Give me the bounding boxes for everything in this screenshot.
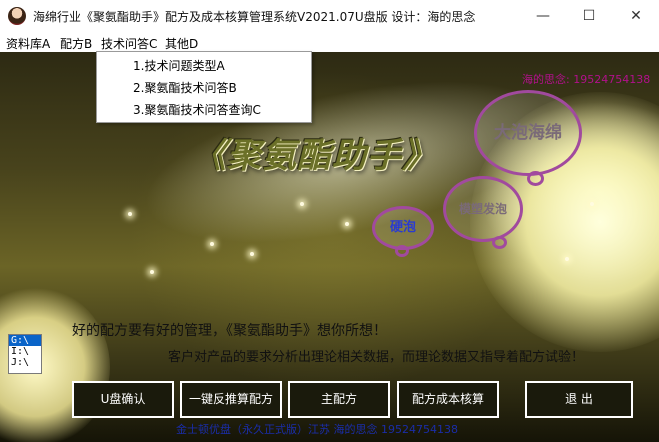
menu-other[interactable]: 其他D — [165, 35, 198, 52]
drive-item[interactable]: I:\ — [9, 346, 41, 357]
usb-confirm-button[interactable]: U盘确认 — [72, 381, 174, 418]
bubble-tail — [527, 171, 544, 186]
exit-button[interactable]: 退 出 — [525, 381, 633, 418]
sparkle — [250, 252, 254, 256]
tech-qa-dropdown: 1.技术问题类型A 2.聚氨酯技术问答B 3.聚氨酯技术问答查询C — [96, 51, 312, 123]
bubble-large: 大泡海绵 — [474, 90, 582, 176]
sparkle — [210, 242, 214, 246]
drive-item[interactable]: G:\ — [9, 335, 41, 346]
menu-bar: 资料库A 配方B 技术问答C 其他D — [0, 32, 659, 52]
bubble-small: 硬泡 — [372, 206, 434, 250]
dropdown-item-tech-qa[interactable]: 2.聚氨酯技术问答B — [133, 79, 237, 96]
close-button[interactable]: ✕ — [613, 0, 659, 32]
menu-formula[interactable]: 配方B — [60, 35, 92, 52]
sparkle — [345, 222, 349, 226]
dropdown-item-question-types[interactable]: 1.技术问题类型A — [133, 57, 225, 74]
contact-top: 海的思念: 19524754138 — [522, 73, 651, 86]
drive-item[interactable]: J:\ — [9, 357, 41, 368]
sparkle — [128, 212, 132, 216]
sparkle — [150, 270, 154, 274]
app-avatar-icon — [8, 7, 26, 25]
slogan-line-2: 客户对产品的要求分析出理论相关数据，而理论数据又指导着配方试验！ — [168, 350, 585, 365]
sparkle — [590, 202, 594, 206]
app-logo-title: 《聚氨酯助手》 — [192, 136, 437, 176]
bubble-medium: 模塑发泡 — [443, 176, 523, 242]
title-bar: 海绵行业《聚氨酯助手》配方及成本核算管理系统V2021.07U盘版 设计：海的思… — [0, 0, 659, 32]
minimize-button[interactable]: — — [520, 0, 566, 32]
bubble-tail — [492, 236, 507, 249]
menu-database[interactable]: 资料库A — [6, 35, 50, 52]
menu-tech-qa[interactable]: 技术问答C — [101, 35, 157, 52]
bubble-tail — [395, 245, 409, 257]
maximize-button[interactable]: ☐ — [566, 0, 612, 32]
window-title: 海绵行业《聚氨酯助手》配方及成本核算管理系统V2021.07U盘版 设计：海的思… — [33, 10, 476, 24]
dropdown-item-tech-qa-search[interactable]: 3.聚氨酯技术问答查询C — [133, 101, 261, 118]
cost-accounting-button[interactable]: 配方成本核算 — [397, 381, 499, 418]
footer-info: 金士顿优盘（永久正式版）江苏 海的思念 19524754138 — [176, 423, 458, 436]
sparkle — [565, 257, 569, 261]
main-formula-button[interactable]: 主配方 — [288, 381, 390, 418]
drive-list[interactable]: G:\ I:\ J:\ — [8, 334, 42, 374]
slogan-line-1: 好的配方要有好的管理，《聚氨酯助手》想你所想！ — [72, 323, 387, 339]
sparkle — [300, 202, 304, 206]
reverse-formula-button[interactable]: 一键反推算配方 — [180, 381, 282, 418]
